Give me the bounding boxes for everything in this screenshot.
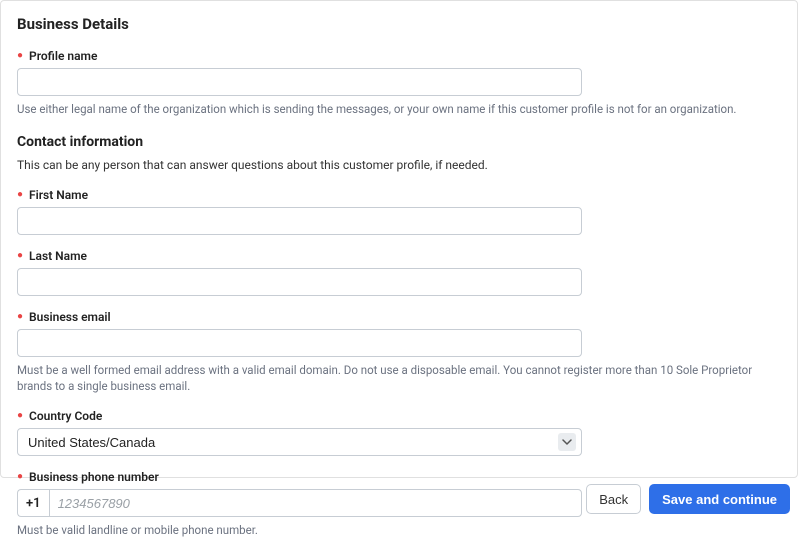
business-email-help: Must be a well formed email address with… [17,362,781,395]
business-details-heading: Business Details [17,15,781,33]
required-indicator-icon: ● [17,410,23,421]
business-phone-label: Business phone number [29,470,159,484]
required-indicator-icon: ● [17,471,23,482]
business-phone-input[interactable] [49,489,582,517]
contact-information-heading: Contact information [17,134,781,150]
profile-name-group: ● Profile name Use either legal name of … [17,45,781,118]
save-and-continue-button[interactable]: Save and continue [649,484,790,514]
business-email-input[interactable] [17,329,582,357]
footer-actions: Back Save and continue [586,484,790,514]
first-name-group: ● First Name [17,184,781,235]
last-name-label: Last Name [29,249,87,263]
required-indicator-icon: ● [17,189,23,200]
phone-prefix: +1 [17,489,49,517]
required-indicator-icon: ● [17,250,23,261]
last-name-group: ● Last Name [17,245,781,296]
country-code-group: ● Country Code United States/Canada [17,405,781,456]
business-details-panel: Business Details ● Profile name Use eith… [0,0,798,478]
last-name-input[interactable] [17,268,582,296]
profile-name-label: Profile name [29,49,97,63]
business-phone-help: Must be valid landline or mobile phone n… [17,522,781,539]
required-indicator-icon: ● [17,311,23,322]
first-name-input[interactable] [17,207,582,235]
back-button[interactable]: Back [586,484,641,514]
profile-name-input[interactable] [17,68,582,96]
business-email-group: ● Business email Must be a well formed e… [17,306,781,395]
required-indicator-icon: ● [17,50,23,61]
country-code-select[interactable]: United States/Canada [17,428,582,456]
contact-info-description: This can be any person that can answer q… [17,158,781,172]
country-code-label: Country Code [29,409,102,423]
first-name-label: First Name [29,188,88,202]
profile-name-help: Use either legal name of the organizatio… [17,101,781,118]
business-email-label: Business email [29,310,111,324]
